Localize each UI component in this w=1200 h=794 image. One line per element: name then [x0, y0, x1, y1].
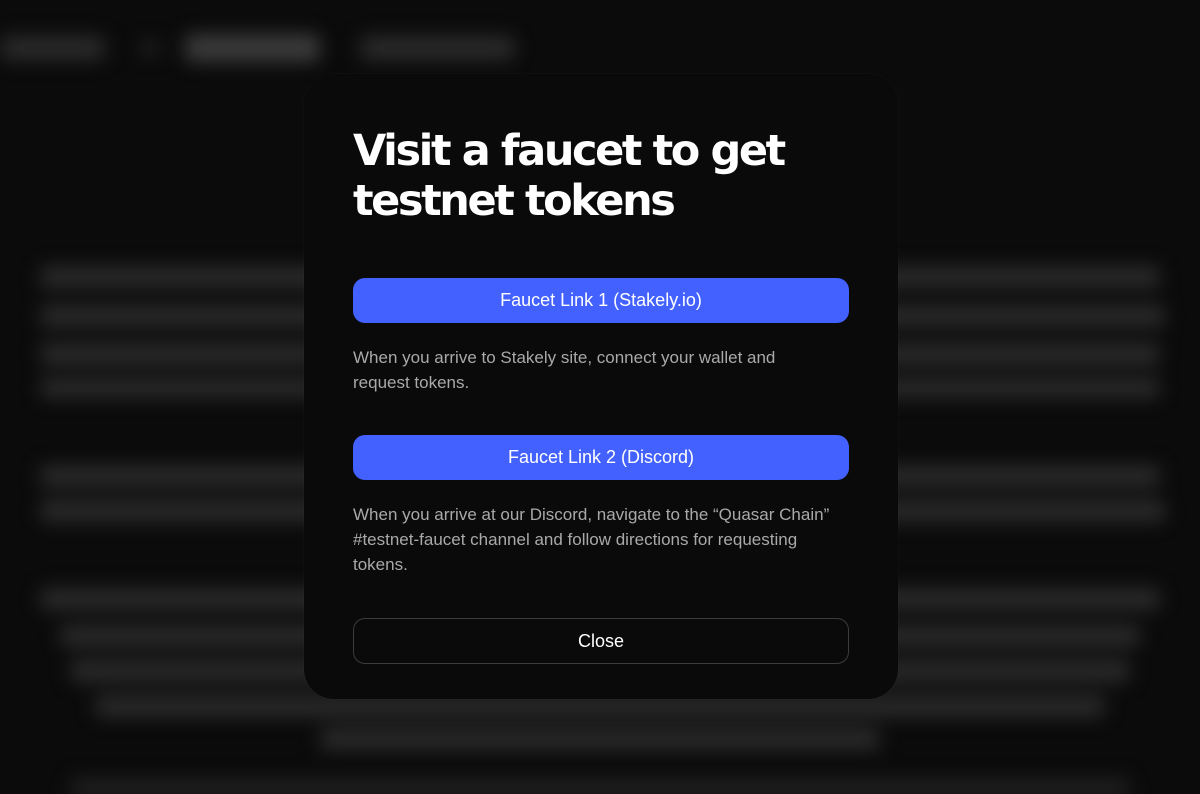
- faucet-link-2-description: When you arrive at our Discord, navigate…: [353, 505, 830, 574]
- blurred-text-line: [320, 728, 880, 750]
- blurred-nav-item: [185, 34, 320, 62]
- faucet-modal: Visit a faucet to get testnet tokens Fau…: [304, 74, 898, 699]
- close-button[interactable]: Close: [353, 618, 849, 664]
- blurred-nav-item: [360, 36, 515, 60]
- faucet-link-2-button[interactable]: Faucet Link 2 (Discord): [353, 435, 849, 480]
- modal-title: Visit a faucet to get testnet tokens: [353, 126, 786, 226]
- blurred-text-line: [70, 778, 1130, 794]
- blurred-nav-item: [0, 36, 105, 60]
- blurred-nav-item: [140, 40, 160, 56]
- faucet-link-1-description: When you arrive to Stakely site, connect…: [353, 348, 776, 392]
- faucet-link-1-button[interactable]: Faucet Link 1 (Stakely.io): [353, 278, 849, 323]
